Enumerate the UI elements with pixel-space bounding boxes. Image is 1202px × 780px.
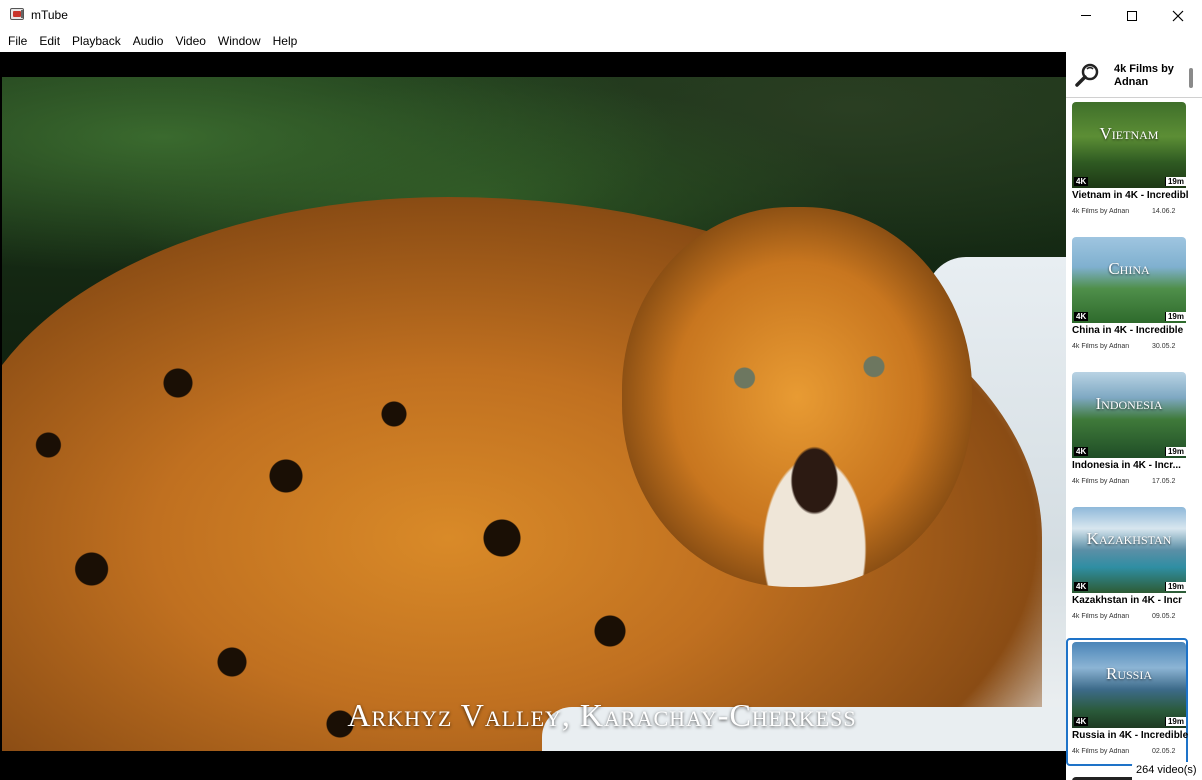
close-icon (1172, 10, 1184, 21)
menu-file[interactable]: File (2, 31, 33, 52)
menu-window[interactable]: Window (212, 31, 267, 52)
video-meta: 4k Films by Adnan 09.05.2 (1072, 613, 1188, 620)
video-date: 09.05.2 (1152, 613, 1176, 620)
video-card-indonesia[interactable]: Indonesia 4K 19m Indonesia in 4K - Incr.… (1066, 368, 1188, 496)
menu-audio[interactable]: Audio (127, 31, 170, 52)
channel-header: 4k Films by Adnan (1066, 52, 1202, 98)
thumbnail-title: China (1108, 259, 1150, 278)
video-title: China in 4K - Incredible (1072, 325, 1184, 336)
menu-bar: File Edit Playback Audio Video Window He… (0, 31, 1202, 52)
video-frame[interactable]: Arkhyz Valley, Karachay-Cherkess (2, 77, 1066, 751)
video-meta: 4k Films by Adnan 30.05.2 (1072, 343, 1188, 350)
video-thumbnail: Kazakhstan 4K 19m (1072, 507, 1186, 593)
video-title: Kazakhstan in 4K - Incr (1072, 595, 1183, 606)
channel-name: 4k Films by Adnan (1114, 63, 1174, 88)
video-date: 17.05.2 (1152, 478, 1176, 485)
menu-playback[interactable]: Playback (66, 31, 127, 52)
video-card-vietnam[interactable]: Vietnam 4K 19m Vietnam in 4K - Incredibl… (1066, 98, 1188, 226)
video-meta: 4k Films by Adnan 02.05.2 (1072, 748, 1188, 755)
video-thumbnail: Vietnam 4K 19m (1072, 102, 1186, 188)
video-caption: Arkhyz Valley, Karachay-Cherkess (347, 697, 857, 733)
video-channel: 4k Films by Adnan (1072, 478, 1130, 485)
video-title: Indonesia in 4K - Incr... (1072, 460, 1181, 471)
duration-badge: 19m (1164, 717, 1186, 726)
app-icon (10, 8, 24, 20)
video-meta: 4k Films by Adnan 17.05.2 (1072, 478, 1188, 485)
video-title: Russia in 4K - Incredible (1072, 730, 1188, 741)
resolution-badge: 4K (1074, 582, 1089, 591)
resolution-badge: 4K (1074, 312, 1089, 321)
playlist-sidebar: 4k Films by Adnan Vietnam 4K 19m Vietnam… (1066, 52, 1202, 780)
resolution-badge: 4K (1074, 177, 1089, 186)
video-card-china[interactable]: China 4K 19m China in 4K - Incredible 4k… (1066, 233, 1188, 361)
video-player[interactable]: Arkhyz Valley, Karachay-Cherkess (0, 52, 1066, 780)
resolution-badge: 4K (1074, 717, 1089, 726)
video-channel: 4k Films by Adnan (1072, 343, 1130, 350)
duration-badge: 19m (1164, 447, 1186, 456)
video-thumbnail: China 4K 19m (1072, 237, 1186, 323)
video-channel: 4k Films by Adnan (1072, 748, 1130, 755)
resolution-badge: 4K (1074, 447, 1089, 456)
title-bar: mTube (0, 0, 1202, 31)
search-icon[interactable] (1074, 61, 1102, 89)
video-title: Vietnam in 4K - Incredible (1072, 190, 1188, 201)
thumbnail-title: Kazakhstan (1086, 529, 1172, 548)
minimize-icon (1081, 15, 1091, 16)
video-thumbnail: Indonesia 4K 19m (1072, 372, 1186, 458)
video-card-kazakhstan[interactable]: Kazakhstan 4K 19m Kazakhstan in 4K - Inc… (1066, 503, 1188, 631)
thumbnail-title: Vietnam (1099, 124, 1159, 143)
video-date: 02.05.2 (1152, 748, 1176, 755)
minimize-button[interactable] (1063, 0, 1109, 31)
menu-video[interactable]: Video (169, 31, 211, 52)
menu-help[interactable]: Help (267, 31, 304, 52)
thumbnail-title: Indonesia (1095, 394, 1163, 413)
leopard-head (622, 207, 972, 587)
video-count: 264 video(s) (1132, 762, 1202, 780)
video-meta: 4k Films by Adnan 14.06.2 (1072, 208, 1188, 215)
playlist-scrollbar[interactable] (1189, 68, 1193, 88)
maximize-icon (1127, 10, 1137, 21)
menu-edit[interactable]: Edit (33, 31, 66, 52)
window-title: mTube (31, 8, 68, 22)
video-channel: 4k Films by Adnan (1072, 613, 1130, 620)
duration-badge: 19m (1164, 582, 1186, 591)
video-channel: 4k Films by Adnan (1072, 208, 1130, 215)
thumbnail-title: Russia (1105, 664, 1152, 683)
close-button[interactable] (1155, 0, 1201, 31)
duration-badge: 19m (1164, 177, 1186, 186)
video-thumbnail: Russia 4K 19m (1072, 642, 1186, 728)
maximize-button[interactable] (1109, 0, 1155, 31)
video-date: 30.05.2 (1152, 343, 1176, 350)
video-date: 14.06.2 (1152, 208, 1176, 215)
video-card-russia[interactable]: Russia 4K 19m Russia in 4K - Incredible … (1066, 638, 1188, 766)
duration-badge: 19m (1164, 312, 1186, 321)
